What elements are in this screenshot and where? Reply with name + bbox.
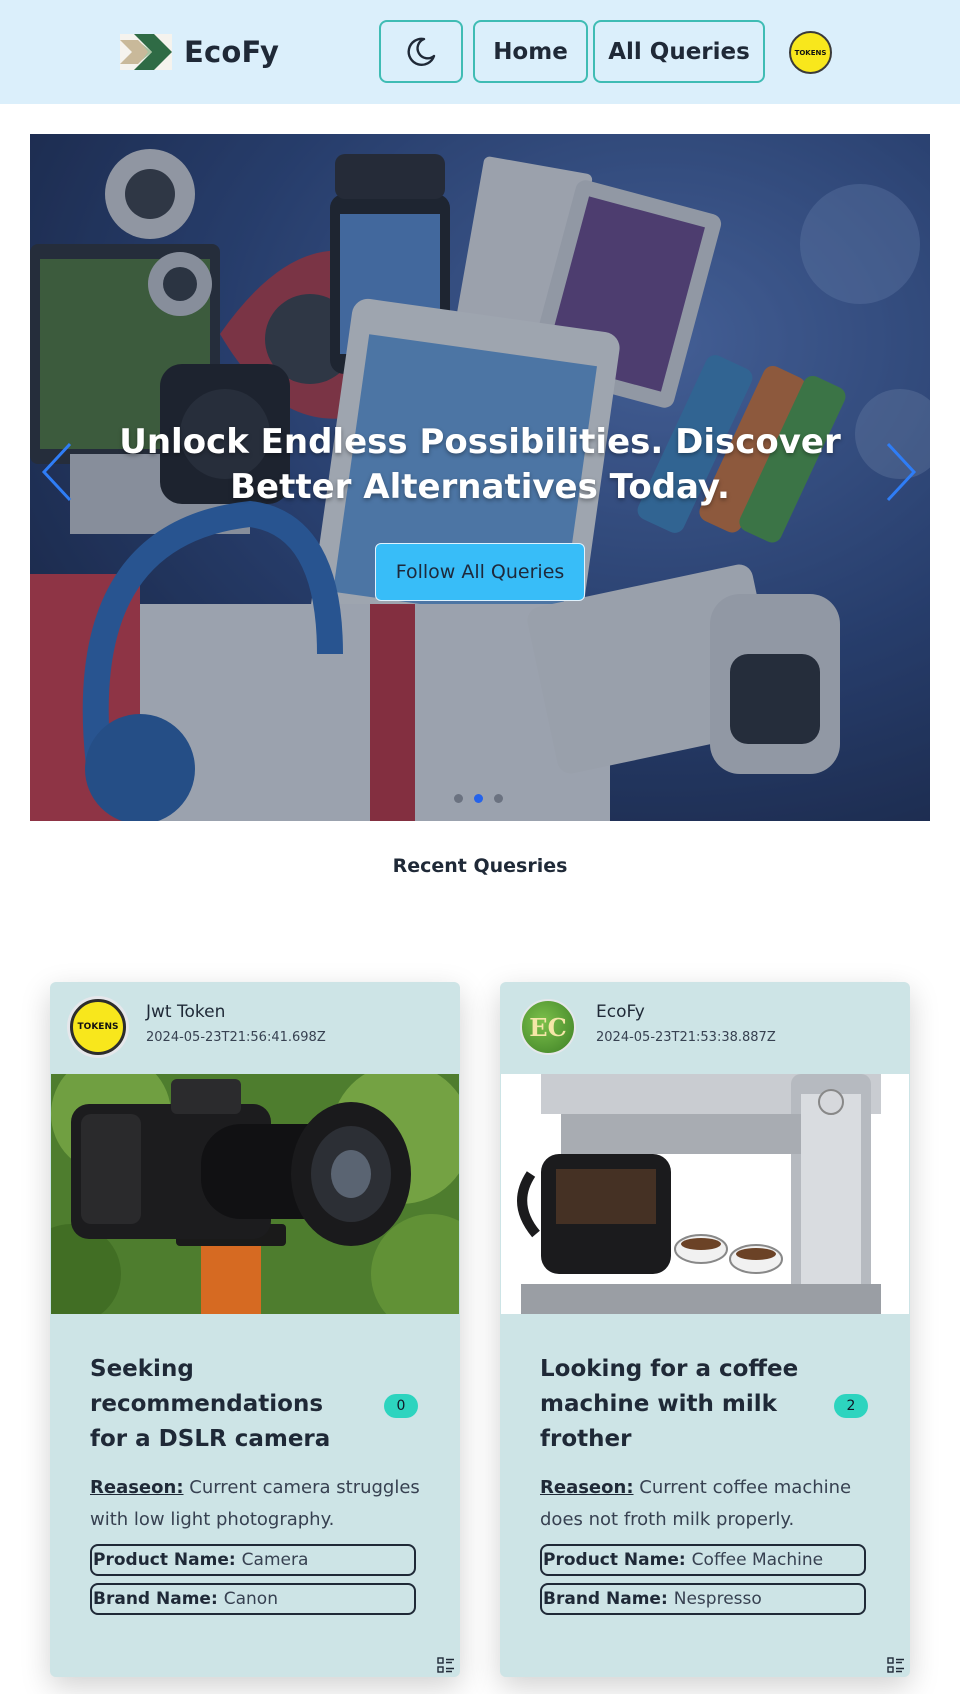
hero-title: Unlock Endless Possibilities. Discover B… <box>119 422 841 507</box>
post-date: 2024-05-23T21:56:41.698Z <box>146 1030 326 1045</box>
list-details-icon[interactable] <box>887 1657 905 1673</box>
avatar-text: EC <box>529 1012 567 1042</box>
theme-toggle-button[interactable] <box>379 20 463 83</box>
card-header: EC EcoFy 2024-05-23T21:53:38.887Z <box>500 982 910 1074</box>
query-card[interactable]: TOKENS Jwt Token 2024-05-23T21:56:41.698… <box>50 982 460 1677</box>
carousel-dot-1[interactable] <box>454 794 463 803</box>
recent-queries-heading: Recent Quesries <box>392 855 568 877</box>
response-count-badge: 2 <box>834 1394 868 1418</box>
list-details-icon[interactable] <box>437 1657 455 1673</box>
carousel-dot-3[interactable] <box>494 794 503 803</box>
poster-avatar: TOKENS <box>70 999 126 1055</box>
query-reason: Reaseon: Current coffee machine does not… <box>540 1472 875 1536</box>
poster-name: EcoFy <box>596 1002 645 1022</box>
product-name-label: Product Name: <box>93 1550 236 1570</box>
user-avatar[interactable]: TOKENS <box>789 31 832 74</box>
query-title: Looking for a coffee machine with milk f… <box>540 1356 799 1452</box>
product-name-value: Coffee Machine <box>691 1550 824 1570</box>
navbar: EcoFy Home All Queries TOKENS <box>0 0 960 104</box>
tokens-badge-text: TOKENS <box>794 48 827 57</box>
brand-name: EcoFy <box>184 35 280 69</box>
dslr-camera-photo <box>51 1074 459 1314</box>
brand-name-value: Nespresso <box>673 1589 762 1609</box>
brand-link[interactable]: EcoFy <box>120 32 279 72</box>
card-header: TOKENS Jwt Token 2024-05-23T21:56:41.698… <box>50 982 460 1074</box>
query-reason: Reaseon: Current camera struggles with l… <box>90 1472 425 1536</box>
follow-all-queries-button[interactable]: Follow All Queries <box>375 543 585 601</box>
chevron-left-icon[interactable] <box>38 440 78 504</box>
poster-avatar: EC <box>520 999 576 1055</box>
carousel-indicators <box>454 794 503 803</box>
brand-name-label: Brand Name: <box>93 1589 218 1609</box>
chevron-right-icon[interactable] <box>880 440 920 504</box>
brand-name-field: Brand Name: Nespresso <box>540 1583 866 1615</box>
carousel-dot-2[interactable] <box>474 794 483 803</box>
home-button[interactable]: Home <box>473 20 588 83</box>
moon-icon <box>407 37 436 66</box>
response-count-badge: 0 <box>384 1394 418 1418</box>
reason-label: Reaseon: <box>90 1477 184 1498</box>
reason-label: Reaseon: <box>540 1477 634 1498</box>
all-queries-button[interactable]: All Queries <box>593 20 765 83</box>
query-title: Seeking recommendations for a DSLR camer… <box>90 1356 331 1452</box>
product-name-field: Product Name: Camera <box>90 1544 416 1576</box>
brand-name-value: Canon <box>223 1589 278 1609</box>
poster-name: Jwt Token <box>146 1002 226 1022</box>
hero-carousel: Unlock Endless Possibilities. Discover B… <box>30 134 930 821</box>
query-card[interactable]: EC EcoFy 2024-05-23T21:53:38.887Z Lookin… <box>500 982 910 1677</box>
avatar-text: TOKENS <box>77 1022 119 1032</box>
brand-name-field: Brand Name: Canon <box>90 1583 416 1615</box>
brand-name-label: Brand Name: <box>543 1589 668 1609</box>
coffee-machine-photo <box>501 1074 909 1314</box>
product-name-label: Product Name: <box>543 1550 686 1570</box>
ecofy-logo-icon <box>120 34 172 70</box>
product-name-field: Product Name: Coffee Machine <box>540 1544 866 1576</box>
post-date: 2024-05-23T21:53:38.887Z <box>596 1030 776 1045</box>
product-name-value: Camera <box>241 1550 309 1570</box>
